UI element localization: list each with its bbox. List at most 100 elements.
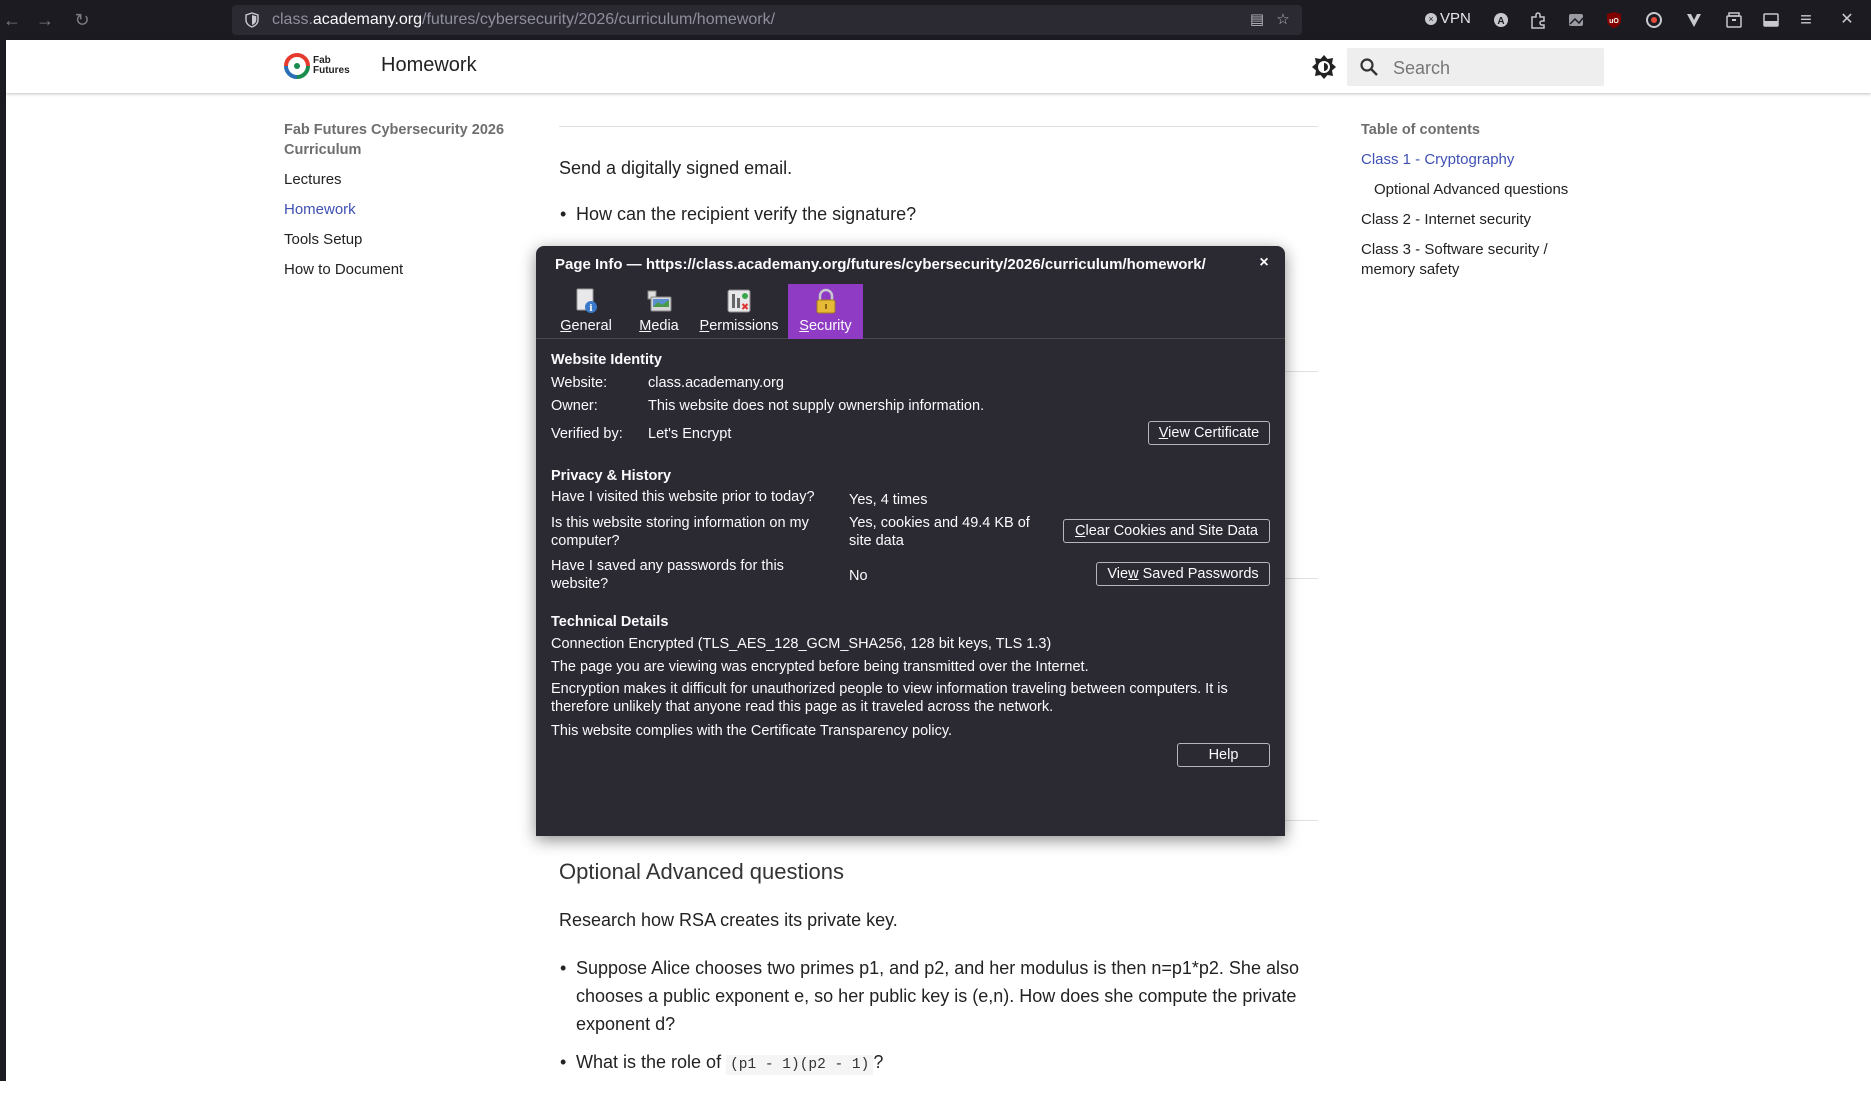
tab-general-accesskey: G [560,318,572,334]
divider [559,126,1318,127]
inline-code: (p1 - 1)(p2 - 1) [726,1055,874,1075]
visited-answer: Yes, 4 times [849,492,928,508]
account-icon[interactable]: A [1490,9,1512,31]
owner-value: This website does not supply ownership i… [648,398,985,414]
paragraph-send-email: Send a digitally signed email. [559,158,793,178]
tab-security-label: Security [788,318,863,334]
privacy-extension-icon[interactable] [1643,9,1665,31]
dialog-tabs: i General Media Permissions Security [536,284,1285,339]
table-of-contents: Table of contents Class 1 - Cryptography… [1361,120,1591,290]
toc-item-class-2[interactable]: Class 2 - Internet security [1361,210,1591,230]
view-saved-passwords-button[interactable]: View Saved Passwords [1096,562,1270,586]
permissions-icon [727,289,751,313]
page-info-dialog: Page Info — https://class.academany.org/… [536,246,1285,836]
tab-general-label: General [551,318,621,334]
view-certificate-accesskey: V [1158,425,1169,441]
paragraph-rsa: Research how RSA creates its private key… [559,910,898,930]
bullet-text: What is the role of [576,1052,722,1072]
storing-question: Is this website storing information on m… [551,515,809,549]
site-logo[interactable]: Fab Futures [284,53,354,81]
dialog-close-icon[interactable]: × [1255,254,1273,272]
toc-item-optional-advanced[interactable]: Optional Advanced questions [1361,180,1591,200]
bookmark-star-icon[interactable]: ☆ [1274,11,1292,29]
search-icon [1360,58,1378,76]
vpn-status-icon: × [1425,13,1437,25]
container-icon[interactable] [1723,9,1745,31]
shield-icon[interactable] [244,12,260,28]
view-passwords-text-pre: Vie [1107,566,1129,582]
url-bar[interactable]: class.academany.org/futures/cybersecurit… [232,5,1302,35]
general-info-icon: i [576,288,597,314]
bullet-rsa-role: What is the role of (p1 - 1)(p2 - 1)? [560,1048,884,1079]
search-input[interactable]: Search [1393,58,1450,79]
url-prefix: class. [272,11,313,28]
bullet-text-suffix: ? [873,1052,884,1072]
storing-answer: Yes, cookies and 49.4 KB of site data [849,515,1030,549]
fab-futures-logo-icon [284,53,310,79]
browser-toolbar: ← → ↻ class.academany.org/futures/cybers… [0,0,1871,40]
nav-item-how-to-document[interactable]: How to Document [284,260,514,290]
toc-heading: Table of contents [1361,122,1480,138]
nav-heading[interactable]: Fab Futures Cybersecurity 2026 Curriculu… [284,120,514,160]
certificate-transparency-text: This website complies with the Certifica… [551,723,953,739]
clear-cookies-button[interactable]: Clear Cookies and Site Data [1063,519,1270,543]
view-passwords-text: Saved Passwords [1138,566,1259,582]
website-label: Website: [551,375,608,391]
url-domain: academany.org [312,11,423,28]
header-title: Homework [381,54,477,76]
tab-permissions[interactable]: Permissions [694,284,784,339]
bullet-rsa-private-exponent: Suppose Alice chooses two primes p1, and… [560,954,1318,1038]
view-certificate-button[interactable]: View Certificate [1148,421,1270,445]
forward-icon[interactable]: → [33,8,57,32]
bullet-verify-signature: How can the recipient verify the signatu… [560,200,916,228]
tab-security-accesskey: S [799,318,809,334]
vpn-button[interactable]: × VPN [1425,10,1471,27]
privacy-history-heading: Privacy & History [551,468,672,484]
page-bottom [0,1081,1871,1108]
toc-item-class-1[interactable]: Class 1 - Cryptography [1361,150,1591,170]
close-window-icon[interactable]: ✕ [1836,9,1858,31]
reader-view-icon[interactable]: ▤ [1248,11,1266,29]
menu-icon[interactable]: ≡ [1795,9,1817,31]
connection-encrypted-text: Connection Encrypted (TLS_AES_128_GCM_SH… [551,636,1052,652]
verified-by-label: Verified by: [551,426,623,442]
toc-item-class-3[interactable]: Class 3 - Software security / memory saf… [1361,240,1591,280]
nav-item-homework[interactable]: Homework [284,200,514,230]
extensions-icon[interactable] [1527,9,1549,31]
sidebar-icon[interactable] [1760,9,1782,31]
view-certificate-text: iew Certificate [1168,425,1260,441]
clear-cookies-text: lear Cookies and Site Data [1085,523,1258,539]
tab-permissions-label: Permissions [694,318,784,334]
tab-media-label: Media [624,318,694,334]
nav-item-lectures[interactable]: Lectures [284,170,514,200]
back-icon[interactable]: ← [0,8,24,32]
tab-general[interactable]: i General [551,284,621,339]
vpn-label: VPN [1440,10,1471,27]
extension-image-icon[interactable] [1565,9,1587,31]
nav-item-tools-setup[interactable]: Tools Setup [284,230,514,260]
search-box[interactable]: Search [1347,48,1604,86]
passwords-question: Have I saved any passwords for this webs… [551,558,784,592]
encrypted-transmission-text: The page you are viewing was encrypted b… [551,659,1089,675]
url-path: /futures/cybersecurity/2026/curriculum/h… [422,11,776,28]
tab-media[interactable]: Media [624,284,694,339]
tab-security[interactable]: Security [788,284,863,339]
ublock-origin-icon[interactable]: uO [1603,9,1625,31]
clear-cookies-accesskey: C [1075,523,1086,539]
vpn-extension-icon[interactable] [1683,9,1705,31]
encryption-explanation-text: Encryption makes it difficult for unauth… [551,681,1228,715]
website-value: class.academany.org [648,375,784,391]
url-text[interactable]: class.academany.org/futures/cybersecurit… [272,11,775,29]
passwords-answer: No [849,568,868,584]
svg-text:uO: uO [1609,18,1619,25]
lock-icon [816,288,835,314]
brightness-icon[interactable] [1311,54,1337,80]
help-button[interactable]: Help [1177,743,1270,767]
reload-icon[interactable]: ↻ [70,8,94,32]
site-header: Fab Futures Homework Search [6,40,1871,93]
logo-text-line2: Futures [313,65,350,76]
tab-permissions-accesskey: P [699,318,710,334]
view-passwords-accesskey: w [1128,566,1139,582]
tab-permissions-text: ermissions [709,318,779,334]
left-navigation: Fab Futures Cybersecurity 2026 Curriculu… [284,120,514,290]
